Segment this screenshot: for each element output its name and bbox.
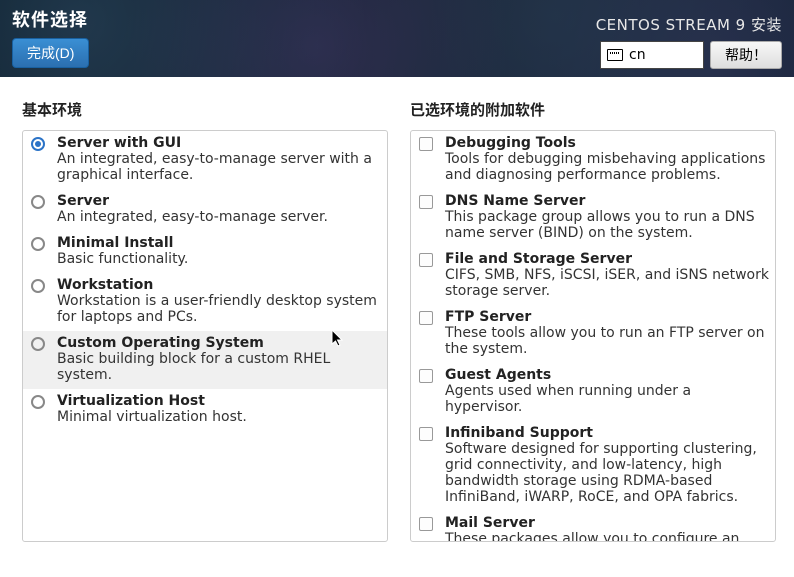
base-environment-list[interactable]: Server with GUIAn integrated, easy-to-ma… [23, 131, 387, 541]
radio-button[interactable] [31, 279, 45, 293]
addon-description: This package group allows you to run a D… [445, 209, 769, 241]
keyboard-icon [607, 49, 623, 61]
radio-button[interactable] [31, 137, 45, 151]
addon-description: CIFS, SMB, NFS, iSCSI, iSER, and iSNS ne… [445, 267, 769, 299]
environment-option[interactable]: Custom Operating SystemBasic building bl… [23, 331, 387, 389]
addon-option[interactable]: Guest AgentsAgents used when running und… [411, 363, 775, 421]
option-name: Virtualization Host [57, 393, 381, 409]
help-button[interactable]: 帮助！ [710, 41, 782, 69]
addon-description: These tools allow you to run an FTP serv… [445, 325, 769, 357]
additional-software-title: 已选环境的附加软件 [410, 99, 776, 120]
option-name: Workstation [57, 277, 381, 293]
addon-description: Software designed for supporting cluster… [445, 441, 769, 505]
environment-option[interactable]: Virtualization HostMinimal virtualizatio… [23, 389, 387, 431]
environment-option[interactable]: Minimal InstallBasic functionality. [23, 231, 387, 273]
addon-option[interactable]: DNS Name ServerThis package group allows… [411, 189, 775, 247]
addon-name: File and Storage Server [445, 251, 769, 267]
option-name: Minimal Install [57, 235, 381, 251]
environment-option[interactable]: WorkstationWorkstation is a user-friendl… [23, 273, 387, 331]
option-description: Basic functionality. [57, 251, 381, 267]
radio-button[interactable] [31, 337, 45, 351]
checkbox[interactable] [419, 137, 433, 151]
radio-button[interactable] [31, 237, 45, 251]
addon-option[interactable]: Debugging ToolsTools for debugging misbe… [411, 131, 775, 189]
addon-description: Tools for debugging misbehaving applicat… [445, 151, 769, 183]
additional-software-column: 已选环境的附加软件 Debugging ToolsTools for debug… [410, 99, 776, 542]
done-button[interactable]: 完成(D) [12, 38, 89, 68]
keyboard-layout-label: cn [629, 47, 646, 63]
keyboard-layout-selector[interactable]: cn [600, 41, 704, 69]
option-description: An integrated, easy-to-manage server wit… [57, 151, 381, 183]
checkbox[interactable] [419, 369, 433, 383]
addon-name: FTP Server [445, 309, 769, 325]
addon-description: Agents used when running under a hypervi… [445, 383, 769, 415]
additional-software-panel: Debugging ToolsTools for debugging misbe… [410, 130, 776, 542]
addon-option[interactable]: Mail ServerThese packages allow you to c… [411, 511, 775, 541]
checkbox[interactable] [419, 195, 433, 209]
checkbox[interactable] [419, 311, 433, 325]
header: 软件选择 完成(D) CENTOS STREAM 9 安装 cn 帮助！ [0, 0, 794, 77]
addon-name: DNS Name Server [445, 193, 769, 209]
option-name: Custom Operating System [57, 335, 381, 351]
base-environment-column: 基本环境 Server with GUIAn integrated, easy-… [22, 99, 388, 542]
checkbox[interactable] [419, 427, 433, 441]
radio-button[interactable] [31, 395, 45, 409]
header-right: CENTOS STREAM 9 安装 cn 帮助！ [596, 14, 782, 69]
environment-option[interactable]: ServerAn integrated, easy-to-manage serv… [23, 189, 387, 231]
addon-name: Mail Server [445, 515, 769, 531]
addon-option[interactable]: File and Storage ServerCIFS, SMB, NFS, i… [411, 247, 775, 305]
radio-button[interactable] [31, 195, 45, 209]
base-environment-title: 基本环境 [22, 99, 388, 120]
option-name: Server with GUI [57, 135, 381, 151]
additional-software-list[interactable]: Debugging ToolsTools for debugging misbe… [411, 131, 775, 541]
environment-option[interactable]: Server with GUIAn integrated, easy-to-ma… [23, 131, 387, 189]
installer-title: CENTOS STREAM 9 安装 [596, 14, 782, 35]
option-description: An integrated, easy-to-manage server. [57, 209, 381, 225]
addon-name: Infiniband Support [445, 425, 769, 441]
addon-option[interactable]: Infiniband SupportSoftware designed for … [411, 421, 775, 511]
checkbox[interactable] [419, 517, 433, 531]
option-description: Workstation is a user-friendly desktop s… [57, 293, 381, 325]
option-description: Basic building block for a custom RHEL s… [57, 351, 381, 383]
base-environment-panel: Server with GUIAn integrated, easy-to-ma… [22, 130, 388, 542]
addon-description: These packages allow you to configure an… [445, 531, 769, 541]
addon-name: Guest Agents [445, 367, 769, 383]
checkbox[interactable] [419, 253, 433, 267]
option-name: Server [57, 193, 381, 209]
option-description: Minimal virtualization host. [57, 409, 381, 425]
addon-name: Debugging Tools [445, 135, 769, 151]
addon-option[interactable]: FTP ServerThese tools allow you to run a… [411, 305, 775, 363]
content: 基本环境 Server with GUIAn integrated, easy-… [0, 77, 794, 552]
